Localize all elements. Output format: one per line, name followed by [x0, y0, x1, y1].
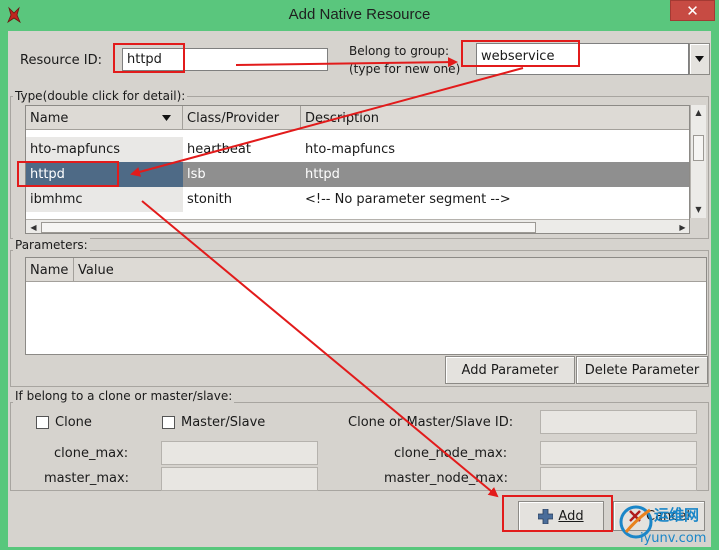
clone-max-input[interactable]	[161, 441, 318, 465]
param-column-header-name[interactable]: Name	[26, 258, 74, 282]
delete-parameter-button[interactable]: Delete Parameter	[576, 356, 708, 384]
master-max-label: master_max:	[44, 471, 130, 486]
scroll-right-icon[interactable]: ▶	[676, 221, 689, 233]
column-header-description[interactable]: Description	[301, 106, 689, 130]
clone-id-input[interactable]	[540, 410, 697, 434]
row-name: httpd	[26, 162, 183, 187]
row-provider: lsb	[187, 167, 206, 182]
plus-icon	[538, 508, 554, 524]
group-combobox-input[interactable]: webservice	[476, 43, 689, 75]
row-description: httpd	[305, 167, 340, 182]
window-title: Add Native Resource	[288, 6, 431, 23]
parameters-section-title: Parameters:	[13, 238, 90, 252]
master-slave-checkbox[interactable]	[162, 416, 175, 429]
row-name: hto-mapfuncs	[26, 137, 183, 162]
clone-node-max-label: clone_node_max:	[394, 446, 508, 461]
row-description: hto-mapfuncs	[305, 142, 396, 157]
clone-id-label: Clone or Master/Slave ID:	[348, 415, 514, 430]
watermark-globe-icon: 运维网 iyunv.com	[619, 505, 706, 546]
column-header-class-provider[interactable]: Class/Provider	[183, 106, 301, 130]
master-node-max-input[interactable]	[540, 467, 697, 491]
group-label: Belong to group:	[349, 44, 450, 58]
clone-checkbox[interactable]	[36, 416, 49, 429]
dialog-body: Resource ID: httpd Belong to group: (typ…	[8, 31, 711, 547]
type-table-vertical-scrollbar[interactable]: ▲ ▼	[690, 105, 706, 218]
row-provider: heartbeat	[187, 142, 251, 157]
sort-triangle-down-icon	[162, 115, 171, 121]
clone-checkbox-label: Clone	[55, 415, 92, 430]
table-row-selected[interactable]: httpd lsb httpd	[26, 162, 689, 187]
watermark-text-cn: 运维网	[654, 506, 699, 524]
type-section-title: Type(double click for detail):	[13, 89, 188, 103]
watermark-logo: 运维网 iyunv.com	[618, 498, 716, 546]
master-node-max-label: master_node_max:	[384, 471, 508, 486]
clone-node-max-input[interactable]	[540, 441, 697, 465]
resource-id-label: Resource ID:	[20, 53, 102, 68]
title-bar[interactable]: Add Native Resource ✕	[0, 0, 719, 31]
group-hint-label: (type for new one)	[349, 62, 461, 76]
row-provider: stonith	[187, 192, 233, 207]
close-button[interactable]: ✕	[670, 0, 715, 21]
vertical-scroll-thumb[interactable]	[693, 135, 704, 161]
row-description: <!-- No parameter segment -->	[305, 192, 511, 207]
watermark-text-en: iyunv.com	[640, 531, 706, 546]
triangle-down-icon	[695, 56, 704, 62]
horizontal-scroll-thumb[interactable]	[41, 222, 536, 233]
column-header-name[interactable]: Name	[26, 106, 183, 130]
add-button[interactable]: Add	[518, 501, 604, 531]
row-name: ibmhmc	[26, 187, 183, 212]
scroll-left-icon[interactable]: ◀	[27, 221, 40, 233]
table-row[interactable]: ibmhmc stonith <!-- No parameter segment…	[26, 187, 689, 212]
group-dropdown-button[interactable]	[689, 43, 710, 75]
scroll-up-icon[interactable]: ▲	[692, 106, 705, 119]
group-value: webservice	[481, 49, 555, 64]
clone-max-label: clone_max:	[54, 446, 129, 461]
master-slave-checkbox-label: Master/Slave	[181, 415, 266, 430]
master-max-input[interactable]	[161, 467, 318, 491]
clone-section-title: If belong to a clone or master/slave:	[13, 389, 235, 403]
param-column-header-value[interactable]: Value	[74, 258, 706, 282]
close-icon: ✕	[686, 1, 699, 20]
scroll-down-icon[interactable]: ▼	[692, 203, 705, 216]
add-button-label: Add	[558, 508, 584, 524]
type-table-horizontal-scrollbar[interactable]: ◀ ▶	[26, 219, 689, 233]
type-table: Name Class/Provider Description hto-mapf…	[25, 105, 690, 234]
table-row[interactable]: hto-mapfuncs heartbeat hto-mapfuncs	[26, 137, 689, 162]
add-native-resource-dialog: Add Native Resource ✕ Resource ID: httpd…	[0, 0, 719, 547]
add-parameter-button[interactable]: Add Parameter	[445, 356, 575, 384]
parameters-table: Name Value	[25, 257, 707, 355]
resource-id-input[interactable]: httpd	[122, 48, 328, 71]
resource-id-value: httpd	[127, 52, 162, 67]
